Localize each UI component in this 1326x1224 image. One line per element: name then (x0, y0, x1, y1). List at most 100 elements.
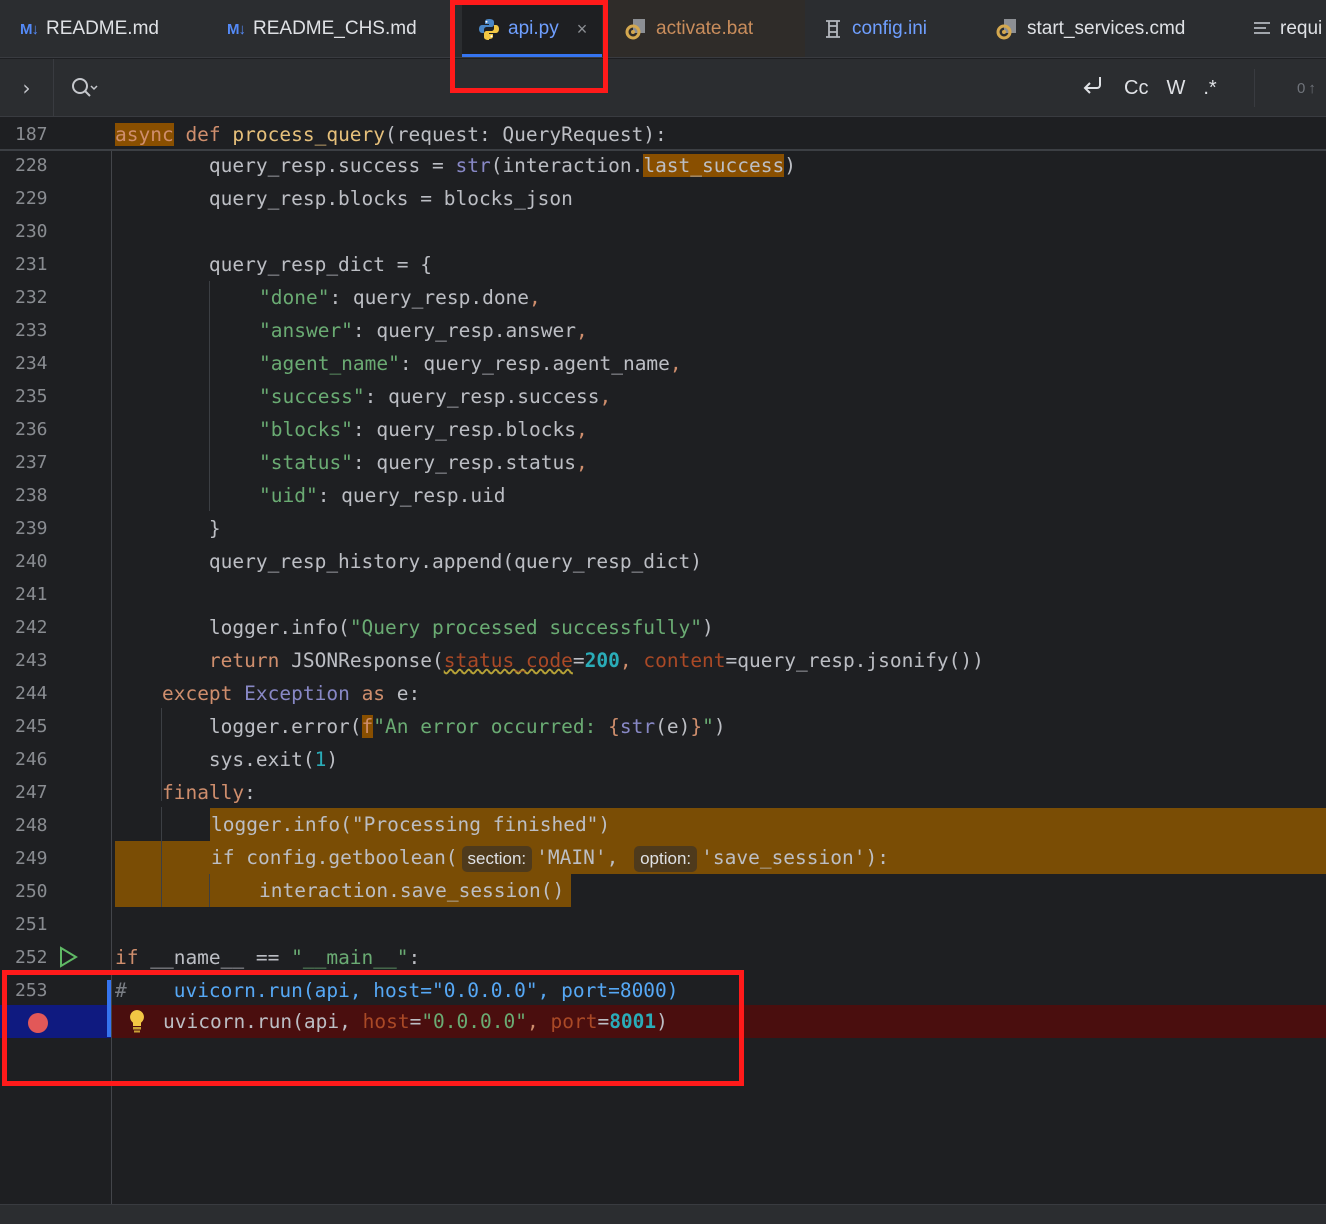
line-number: 229 (15, 188, 48, 209)
code-line: "status": query_resp.status, (259, 451, 588, 474)
code-line: query_resp_dict = { (115, 253, 432, 276)
line-number: 248 (15, 815, 48, 836)
regex-toggle[interactable]: .* (1203, 77, 1216, 100)
line-number: 237 (15, 452, 48, 473)
line-number: 250 (15, 881, 48, 902)
cmd-gear-icon (995, 17, 1019, 41)
line-number: 228 (15, 155, 48, 176)
markdown-icon: M↓ (20, 20, 39, 38)
code-line: logger.info("Processing finished") (211, 813, 611, 836)
editor-tab-bar: M↓ README.md M↓ README_CHS.md api.py × a… (0, 0, 1326, 58)
line-number: 234 (15, 353, 48, 374)
divider (1254, 69, 1255, 107)
parameter-hint: option: (634, 846, 698, 872)
run-icon[interactable] (58, 946, 78, 972)
code-line: finally: (161, 781, 256, 804)
code-line: "blocks": query_resp.blocks, (259, 418, 588, 441)
parameter-hint: section: (461, 846, 533, 872)
status-bar (0, 1204, 1326, 1224)
close-icon[interactable]: × (577, 19, 588, 40)
code-line: except Exception as e: (161, 682, 421, 705)
code-line: # uvicorn.run(api, host="0.0.0.0", port=… (115, 979, 679, 1002)
newline-icon[interactable] (1080, 73, 1106, 103)
search-icon (72, 78, 98, 97)
arrow-up-icon[interactable]: ↑ (1308, 80, 1316, 97)
match-case-toggle[interactable]: Cc (1124, 77, 1148, 100)
code-line: "success": query_resp.success, (259, 385, 612, 408)
code-line: "agent_name": query_resp.agent_name, (259, 352, 682, 375)
code-line: interaction.save_session() (259, 879, 565, 902)
tab-requirements[interactable]: requi (1252, 0, 1323, 57)
find-options: Cc W .* (1080, 59, 1217, 117)
line-number: 247 (15, 782, 48, 803)
line-number: 246 (15, 749, 48, 770)
indent-guide (209, 874, 210, 907)
tab-activate-bat[interactable]: activate.bat (610, 0, 805, 57)
code-line: query_resp.blocks = blocks_json (115, 187, 573, 210)
active-tab-indicator (462, 54, 602, 57)
indent-guide (209, 281, 210, 511)
line-number: 251 (15, 914, 48, 935)
code-line: query_resp_history.append(query_resp_dic… (115, 550, 702, 573)
line-number: 244 (15, 683, 48, 704)
tab-label: requi (1280, 18, 1323, 39)
code-line: return JSONResponse(status_code=200, con… (208, 649, 984, 672)
line-number: 249 (15, 848, 48, 869)
tab-label: README.md (46, 18, 159, 39)
code-line: "answer": query_resp.answer, (259, 319, 588, 342)
tab-label: api.py (508, 18, 559, 39)
indent-guide (161, 807, 162, 907)
find-bar: › Cc W .* 0 ↑ (0, 59, 1326, 117)
code-line: logger.info("Query processed successfull… (115, 616, 714, 639)
breakpoint-icon[interactable] (28, 1013, 48, 1033)
code-line: query_resp.success = str(interaction.las… (115, 154, 796, 177)
tab-label: activate.bat (656, 18, 754, 39)
line-number: 243 (15, 650, 48, 671)
batch-gear-icon (624, 17, 648, 41)
line-number: 230 (15, 221, 48, 242)
line-number: 233 (15, 320, 48, 341)
markdown-icon: M↓ (227, 20, 246, 38)
text-file-icon (1252, 19, 1272, 39)
tab-label: README_CHS.md (253, 18, 417, 39)
line-number: 253 (15, 980, 48, 1001)
code-line: sys.exit(1) (115, 748, 339, 771)
code-line: async def process_query(request: QueryRe… (115, 123, 667, 146)
line-number: 241 (15, 584, 48, 605)
code-editor[interactable]: 187 async def process_query(request: Que… (0, 118, 1326, 1204)
sticky-scope-header[interactable]: 187 async def process_query(request: Que… (0, 118, 1326, 151)
lightbulb-icon[interactable] (126, 1008, 148, 1038)
tab-readme-chs[interactable]: M↓ README_CHS.md (227, 0, 417, 57)
line-number: 242 (15, 617, 48, 638)
line-number: 239 (15, 518, 48, 539)
code-line: uvicorn.run(api, host="0.0.0.0", port=80… (163, 1010, 668, 1033)
code-line: if config.getboolean(section: 'MAIN', opt… (211, 841, 889, 874)
expand-replace-toggle[interactable]: › (0, 59, 54, 117)
tab-label: start_services.cmd (1027, 18, 1186, 39)
whole-words-toggle[interactable]: W (1166, 77, 1185, 100)
ini-config-icon (822, 18, 844, 40)
line-number: 235 (15, 386, 48, 407)
tab-api-py[interactable]: api.py × (462, 0, 602, 57)
line-number: 252 (15, 947, 48, 968)
code-line: if __name__ == "__main__": (115, 946, 421, 969)
code-line: "uid": query_resp.uid (259, 484, 506, 507)
line-number: 232 (15, 287, 48, 308)
line-number: 187 (15, 124, 48, 145)
line-number: 231 (15, 254, 48, 275)
line-number: 240 (15, 551, 48, 572)
line-number: 238 (15, 485, 48, 506)
tab-config-ini[interactable]: config.ini (822, 0, 927, 57)
search-history-button[interactable] (70, 73, 110, 103)
code-line: logger.error(f"An error occurred: {str(e… (115, 715, 726, 738)
tab-start-services-cmd[interactable]: start_services.cmd (995, 0, 1186, 57)
line-number: 236 (15, 419, 48, 440)
code-line: "done": query_resp.done, (259, 286, 541, 309)
line-number: 245 (15, 716, 48, 737)
tab-label: config.ini (852, 18, 927, 39)
tab-readme[interactable]: M↓ README.md (20, 0, 159, 57)
code-line: } (115, 517, 221, 540)
breakpoint-gutter-highlight (0, 1005, 111, 1038)
python-icon (478, 18, 500, 40)
gutter-separator (111, 118, 112, 1204)
